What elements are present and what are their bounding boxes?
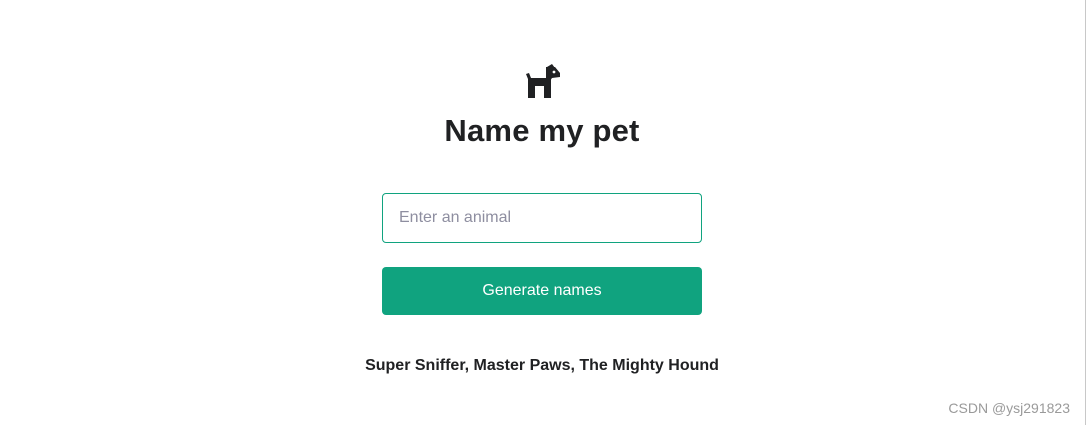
page: Name my pet Generate names Super Sniffer… (0, 0, 1086, 425)
result-text: Super Sniffer, Master Paws, The Mighty H… (365, 357, 719, 374)
page-title: Name my pet (444, 113, 640, 148)
watermark: CSDN @ysj291823 (948, 400, 1070, 416)
dog-icon (525, 64, 561, 98)
name-form: Generate names (382, 193, 702, 315)
generate-names-button[interactable]: Generate names (382, 267, 702, 315)
main-content: Name my pet Generate names Super Sniffer… (0, 0, 1084, 425)
animal-input[interactable] (382, 193, 702, 243)
